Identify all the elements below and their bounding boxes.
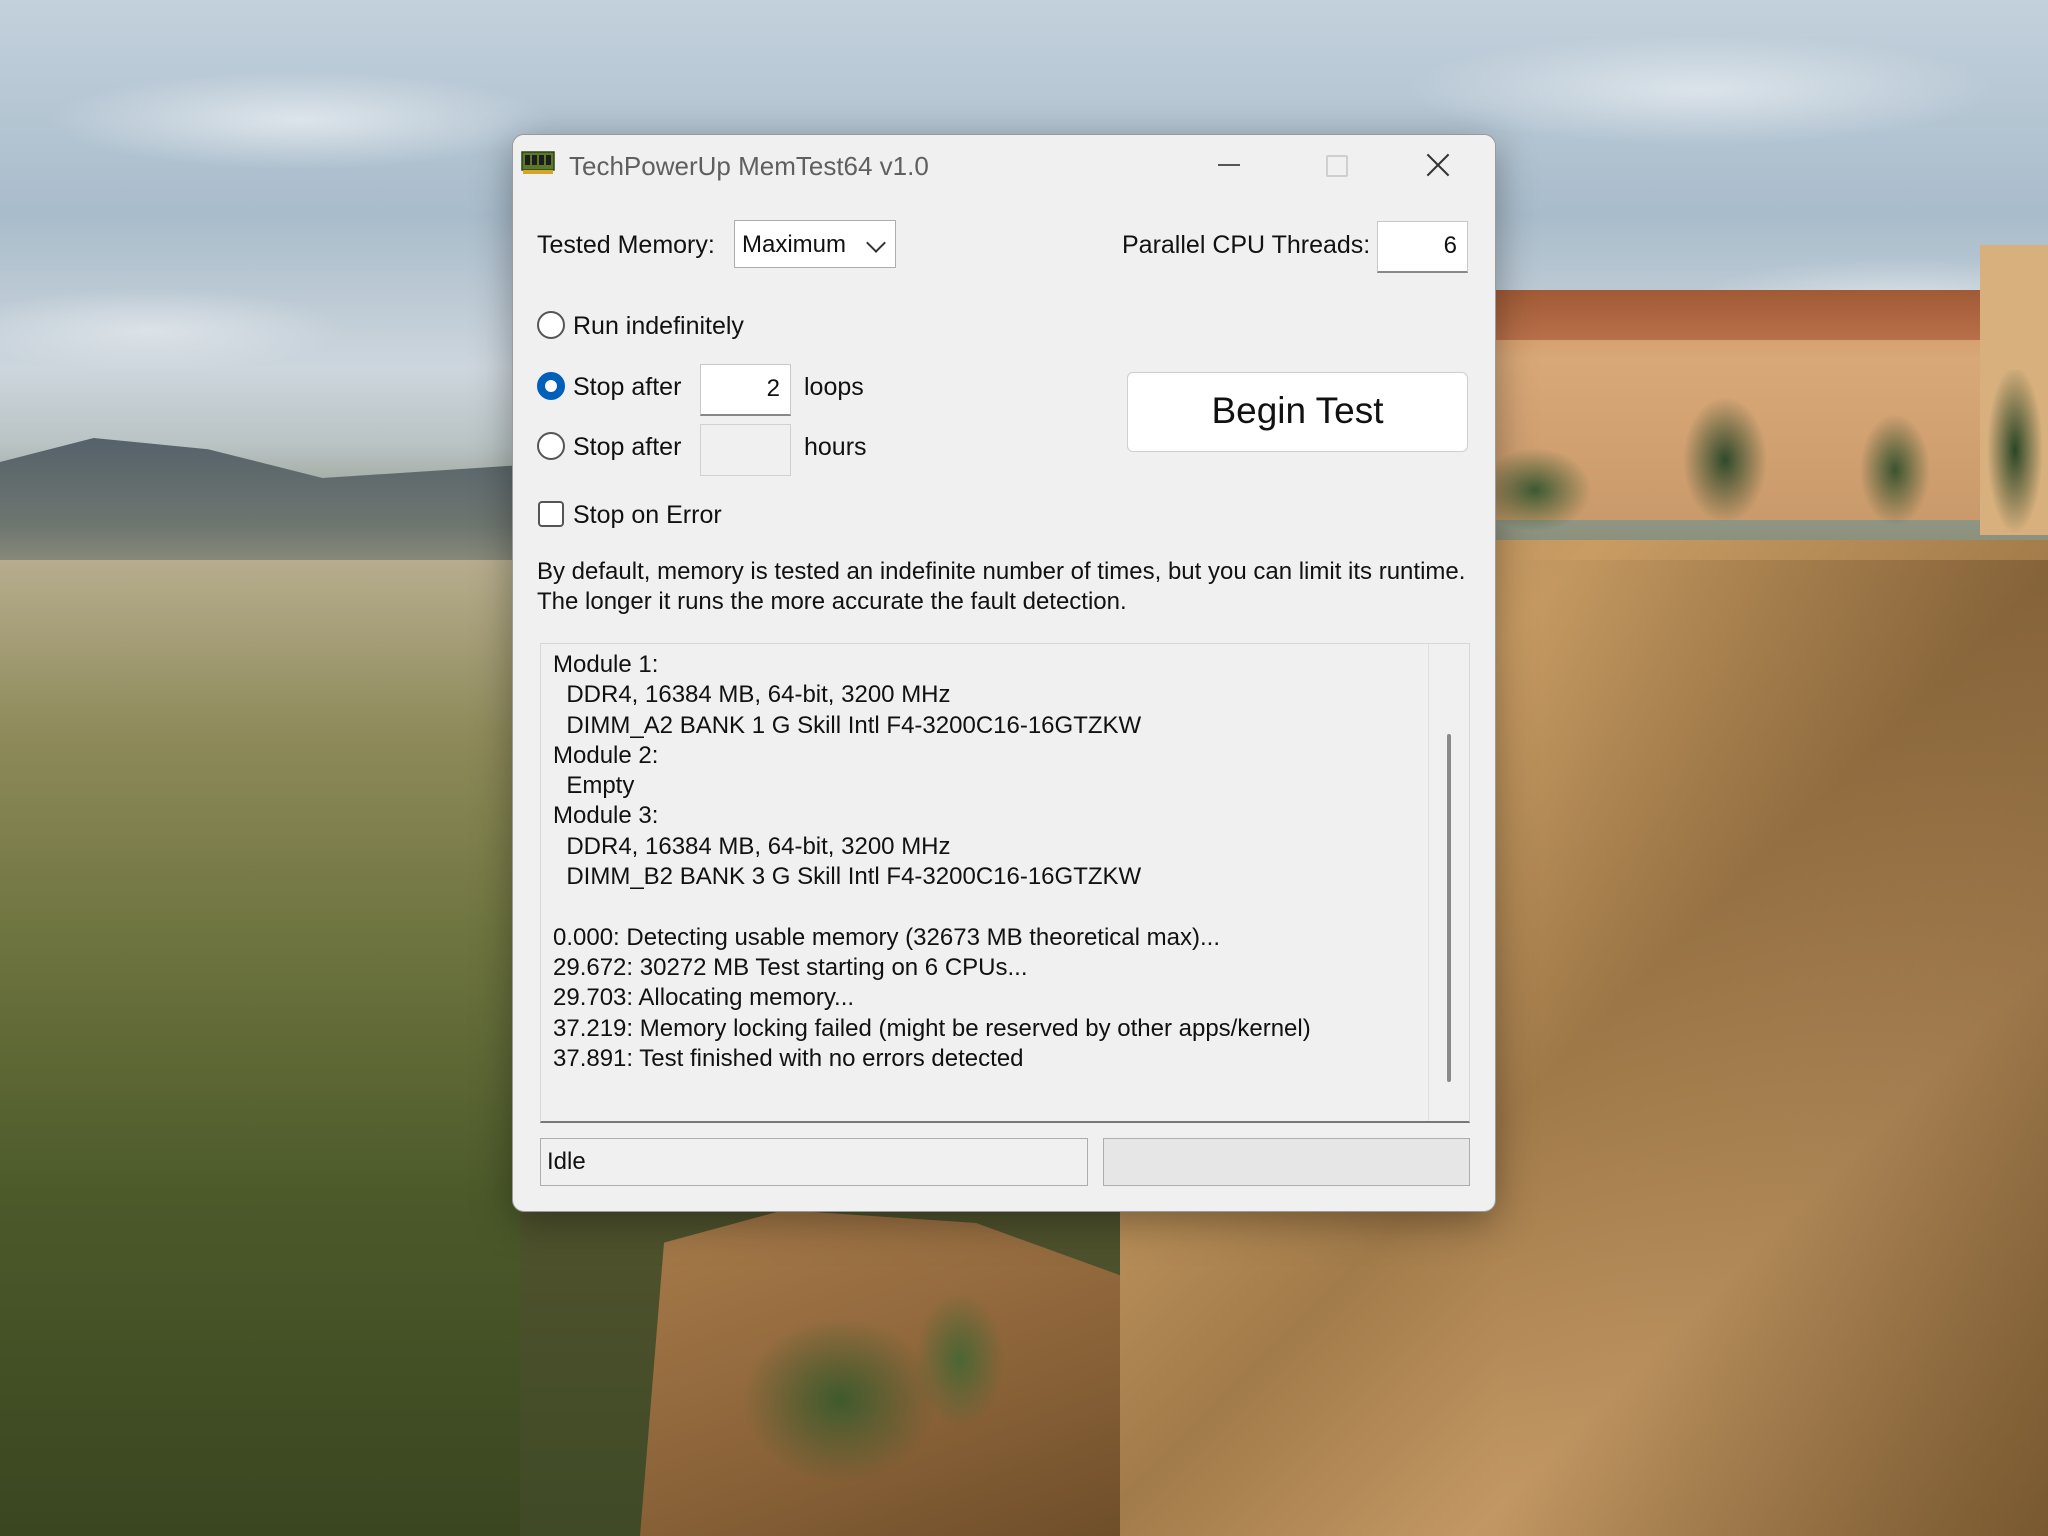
log-line: 0.000: Detecting usable memory (32673 MB… (553, 923, 1220, 951)
log-line: Module 2: (553, 741, 659, 769)
log-scrollbar[interactable] (1428, 644, 1469, 1121)
wallpaper-bush (690, 1260, 1010, 1536)
log-line: Module 3: (553, 802, 659, 830)
close-button[interactable] (1387, 135, 1495, 195)
hours-input[interactable] (700, 424, 791, 476)
wallpaper-roof (1495, 290, 2005, 340)
wallpaper-rock (640, 1210, 1120, 1536)
log-line: DDR4, 16384 MB, 64-bit, 3200 MHz (553, 832, 951, 860)
stop-on-error-checkbox[interactable] (538, 501, 564, 527)
memory-module-icon (521, 151, 555, 174)
wallpaper-cliff-shade (1500, 560, 2048, 1536)
stop-after-hours-label[interactable]: Stop after (573, 433, 681, 462)
log-line: 29.703: Allocating memory... (553, 984, 855, 1012)
maximize-button[interactable] (1279, 135, 1387, 195)
loops-unit-label: loops (804, 373, 864, 401)
log-line: 37.891: Test finished with no errors det… (553, 1044, 1024, 1072)
stop-after-loops-radio[interactable] (537, 372, 565, 400)
progress-bar (1103, 1138, 1470, 1186)
log-line: 29.672: 30272 MB Test starting on 6 CPUs… (553, 953, 1028, 981)
log-line: 37.219: Memory locking failed (might be … (553, 1014, 1311, 1042)
title-bar[interactable]: TechPowerUp MemTest64 v1.0 (513, 135, 1495, 195)
log-lines: Module 1: DDR4, 16384 MB, 64-bit, 3200 M… (553, 650, 1433, 1074)
stop-after-loops-label[interactable]: Stop after (573, 373, 681, 402)
threads-label: Parallel CPU Threads: (1122, 231, 1371, 259)
log-line: DDR4, 16384 MB, 64-bit, 3200 MHz (553, 681, 951, 709)
hours-unit-label: hours (804, 433, 867, 461)
threads-input[interactable]: 6 (1377, 221, 1468, 273)
log-line: DIMM_A2 BANK 1 G Skill Intl F4-3200C16-1… (553, 711, 1142, 739)
status-text: Idle (540, 1138, 1088, 1186)
run-indefinitely-radio[interactable] (537, 311, 565, 339)
chevron-down-icon (866, 233, 886, 253)
wallpaper-hills (0, 438, 520, 590)
log-scrollbar-thumb[interactable] (1447, 734, 1451, 1082)
tested-memory-label: Tested Memory: (537, 231, 715, 259)
minimize-button[interactable] (1171, 135, 1279, 195)
log-line: DIMM_B2 BANK 3 G Skill Intl F4-3200C16-1… (553, 863, 1142, 891)
tested-memory-value: Maximum (742, 231, 847, 258)
description-text: By default, memory is tested an indefini… (537, 558, 1466, 615)
wallpaper-trees (1495, 370, 2048, 540)
memtest-window: TechPowerUp MemTest64 v1.0 Tested Memory… (512, 134, 1496, 1212)
tested-memory-dropdown[interactable]: Maximum (734, 220, 896, 268)
stop-after-hours-radio[interactable] (537, 432, 565, 460)
log-line: Module 1: (553, 651, 659, 678)
run-indefinitely-label[interactable]: Run indefinitely (573, 312, 744, 341)
wallpaper-valley (0, 560, 520, 1536)
wallpaper-tower (1980, 245, 2048, 535)
begin-test-button[interactable]: Begin Test (1127, 372, 1468, 452)
window-title: TechPowerUp MemTest64 v1.0 (569, 151, 929, 181)
log-line: Empty (553, 772, 635, 800)
loops-input[interactable]: 2 (700, 364, 791, 416)
log-output[interactable]: Module 1: DDR4, 16384 MB, 64-bit, 3200 M… (540, 643, 1470, 1123)
stop-on-error-label[interactable]: Stop on Error (573, 501, 722, 530)
wallpaper-building (1495, 290, 2005, 520)
